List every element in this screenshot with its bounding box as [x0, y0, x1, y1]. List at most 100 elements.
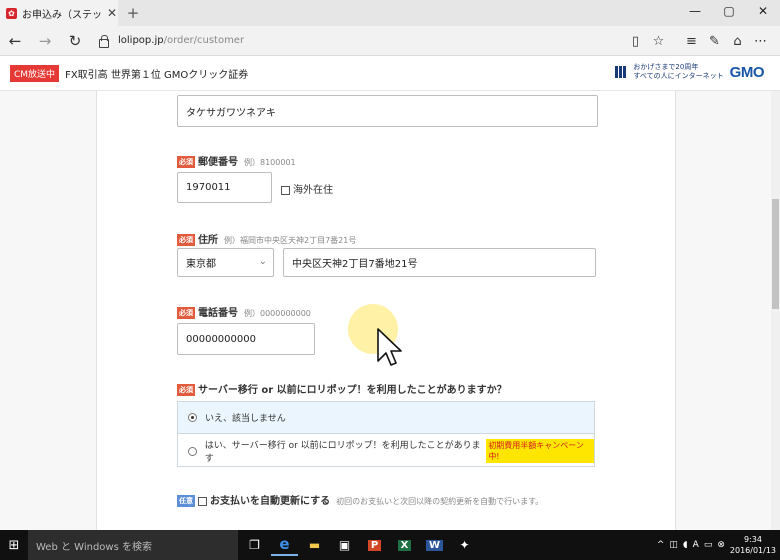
forward-icon[interactable]: →: [30, 32, 60, 50]
chevron-down-icon: ⌄: [258, 256, 267, 267]
powerpoint-icon[interactable]: P: [361, 534, 388, 556]
windows-taskbar: ⊞ Web と Windows を検索 ❐ e ▬ ▣ P X W ✦ ^ ◫ …: [0, 530, 780, 560]
prefecture-value: 東京都: [186, 259, 216, 270]
mouse-cursor-icon: [377, 328, 402, 366]
kana-name-value: タケサガワツネアキ: [186, 107, 276, 119]
migration-radio-group: いえ、該当しません はい、サーバー移行 or 以前にロリポップ！を利用したことが…: [177, 401, 595, 467]
lock-icon: [98, 34, 109, 48]
network-icon[interactable]: ◫: [669, 540, 678, 550]
gmo-tagline: おかげさまで20周年 すべての人にインターネット: [633, 63, 723, 81]
campaign-badge: 初期費用半額キャンペーン中!: [486, 439, 594, 463]
ad-badge: CM放送中: [10, 65, 60, 82]
phone-example: 例）0000000000: [244, 309, 311, 318]
address-bar[interactable]: lolipop.jp/order/customer: [118, 35, 244, 46]
edge-browser-icon[interactable]: e: [271, 534, 298, 556]
postal-code-value: 1970011: [186, 182, 231, 193]
page-scrollbar[interactable]: [771, 91, 780, 530]
migration-question-text: サーバー移行 or 以前にロリポップ！を利用したことがありますか？: [198, 385, 507, 396]
more-icon[interactable]: ⋯: [749, 34, 772, 49]
optional-badge: 任意: [177, 495, 195, 507]
lolipop-favicon-icon: ✿: [6, 7, 17, 19]
volume-icon[interactable]: ◖: [683, 540, 688, 550]
tray-chevron-icon[interactable]: ^: [657, 540, 665, 550]
radio-button[interactable]: [188, 446, 197, 456]
phone-value: 00000000000: [186, 333, 256, 345]
share-icon[interactable]: ⌂: [726, 34, 749, 49]
postal-code-label-text: 郵便番号: [198, 157, 238, 168]
autorenew-label: お支払いを自動更新にする: [210, 496, 331, 507]
migration-question: 必須 サーバー移行 or 以前にロリポップ！を利用したことがありますか？: [177, 381, 507, 396]
window-controls: — ▢ ✕: [678, 0, 780, 24]
overseas-checkbox[interactable]: [281, 185, 290, 195]
browser-tab-bar: ✿ お申込み（ステップ３）/ ✕ + — ▢ ✕: [0, 0, 780, 26]
autorenew-row[interactable]: 任意 お支払いを自動更新にする 初回のお支払いと次回以降の契約更新を自動で行います。: [177, 492, 543, 507]
phone-label: 必須 電話番号 例）0000000000: [177, 304, 311, 319]
favorite-star-icon[interactable]: ☆: [647, 34, 670, 49]
address-label-text: 住所: [198, 235, 218, 246]
radio-button-selected[interactable]: [188, 413, 197, 422]
phone-input[interactable]: 00000000000: [177, 323, 315, 355]
taskbar-search-placeholder: Web と Windows を検索: [36, 541, 152, 553]
refresh-icon[interactable]: ↻: [60, 32, 90, 50]
reading-view-icon[interactable]: ▯: [624, 34, 647, 49]
prefecture-select[interactable]: 東京都 ⌄: [177, 248, 274, 277]
url-path: /order/customer: [163, 35, 245, 46]
autorenew-note: 初回のお支払いと次回以降の契約更新を自動で行います。: [336, 497, 544, 506]
kana-name-input[interactable]: タケサガワツネアキ: [177, 95, 598, 127]
gmo-grid-icon: [615, 66, 628, 78]
new-tab-button[interactable]: +: [124, 4, 142, 22]
clock-time: 9:34: [743, 535, 762, 544]
required-badge: 必須: [177, 156, 195, 168]
overseas-checkbox-row[interactable]: 海外在住: [281, 181, 333, 196]
minimize-button[interactable]: —: [678, 0, 712, 24]
gmo-logo: GMO: [729, 63, 765, 81]
address-value: 中央区天神2丁目7番地21号: [292, 259, 418, 270]
autorenew-checkbox[interactable]: [198, 496, 207, 506]
store-icon[interactable]: ▣: [331, 534, 358, 556]
error-icon[interactable]: ⊗: [717, 540, 725, 550]
toolbar-actions: ▯ ☆ ≡ ✎ ⌂ ⋯: [624, 26, 772, 56]
radio-option-no-label: いえ、該当しません: [205, 414, 286, 424]
phone-label-text: 電話番号: [198, 308, 238, 319]
word-icon[interactable]: W: [421, 534, 448, 556]
url-host: lolipop.jp: [118, 35, 164, 46]
required-badge: 必須: [177, 234, 195, 246]
system-tray: ^ ◫ ◖ A ▭ ⊗ 9:34 2016/01/13: [657, 530, 776, 560]
postal-code-input[interactable]: 1970011: [177, 172, 272, 203]
windows-start-icon[interactable]: ⊞: [0, 538, 28, 553]
excel-icon[interactable]: X: [391, 534, 418, 556]
web-note-icon[interactable]: ✎: [703, 34, 726, 49]
back-icon[interactable]: ←: [0, 32, 30, 50]
tab-close-icon[interactable]: ✕: [107, 6, 117, 20]
ime-icon[interactable]: A: [693, 540, 699, 550]
radio-option-no[interactable]: いえ、該当しません: [178, 402, 594, 434]
taskbar-clock[interactable]: 9:34 2016/01/13: [730, 534, 776, 556]
required-badge: 必須: [177, 384, 195, 396]
task-view-icon[interactable]: ❐: [241, 534, 268, 556]
file-explorer-icon[interactable]: ▬: [301, 534, 328, 556]
maximize-button[interactable]: ▢: [712, 0, 746, 24]
tab-title: お申込み（ステップ３）/: [22, 9, 102, 21]
hub-icon[interactable]: ≡: [680, 34, 703, 49]
gmo-tagline-line1: おかげさまで20周年: [633, 63, 699, 71]
close-window-button[interactable]: ✕: [746, 0, 780, 24]
app-icon[interactable]: ✦: [451, 534, 478, 556]
required-badge: 必須: [177, 307, 195, 319]
gmo-branding: おかげさまで20周年 すべての人にインターネット GMO: [615, 63, 765, 81]
address-label: 必須 住所 例）福岡市中央区天神2丁目7番21号: [177, 231, 356, 246]
scrollbar-thumb[interactable]: [772, 199, 779, 309]
address-example: 例）福岡市中央区天神2丁目7番21号: [224, 236, 357, 245]
postal-code-example: 例）8100001: [244, 158, 296, 167]
address-input[interactable]: 中央区天神2丁目7番地21号: [283, 248, 596, 277]
overseas-label: 海外在住: [293, 185, 333, 196]
ad-text: FX取引高 世界第１位 GMOクリック証券: [65, 70, 249, 81]
postal-code-label: 必須 郵便番号 例）8100001: [177, 153, 296, 168]
taskbar-search[interactable]: Web と Windows を検索: [28, 530, 238, 560]
gmo-tagline-line2: すべての人にインターネット: [633, 72, 724, 80]
browser-toolbar: ← → ↻ lolipop.jp/order/customer ▯ ☆ ≡ ✎ …: [0, 26, 780, 56]
radio-option-yes-label: はい、サーバー移行 or 以前にロリポップ！を利用したことがあります: [204, 441, 481, 464]
browser-tab[interactable]: ✿ お申込み（ステップ３）/ ✕: [0, 0, 118, 26]
notification-icon[interactable]: ▭: [704, 540, 713, 550]
radio-option-yes[interactable]: はい、サーバー移行 or 以前にロリポップ！を利用したことがあります 初期費用半…: [178, 435, 594, 467]
ad-banner[interactable]: CM放送中 FX取引高 世界第１位 GMOクリック証券 おかげさまで20周年 す…: [0, 57, 780, 91]
